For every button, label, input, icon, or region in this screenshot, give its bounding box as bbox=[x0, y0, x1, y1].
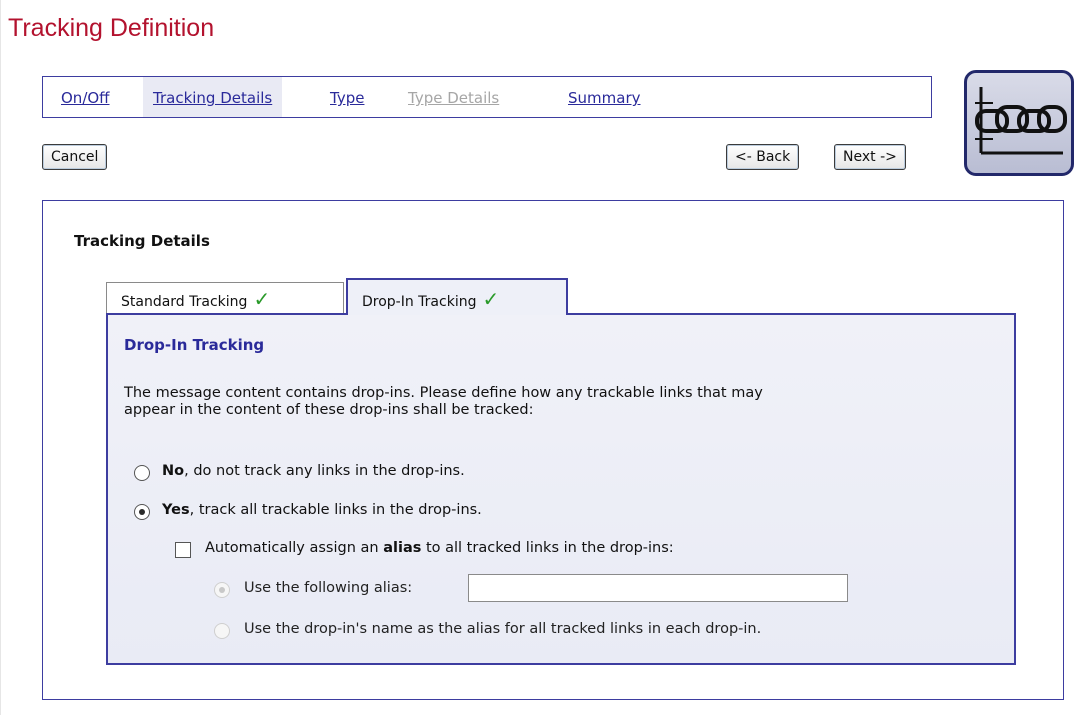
next-button[interactable]: Next -> bbox=[834, 144, 906, 170]
auto-alias-label: Automatically assign an alias to all tra… bbox=[205, 540, 674, 556]
checkmark-icon: ✓ bbox=[482, 287, 500, 311]
use-alias-label: Use the following alias: bbox=[244, 580, 413, 596]
page-edge bbox=[0, 0, 9, 715]
tab-standard-tracking[interactable]: Standard Tracking ✓ bbox=[106, 282, 344, 314]
back-button[interactable]: <- Back bbox=[726, 144, 800, 170]
option-no-label: No, do not track any links in the drop-i… bbox=[162, 463, 465, 479]
panel-description: The message content contains drop-ins. P… bbox=[124, 385, 984, 419]
radio-yes[interactable] bbox=[134, 504, 150, 520]
nav-type[interactable]: Type bbox=[330, 77, 364, 117]
checkmark-icon: ✓ bbox=[253, 287, 271, 311]
alias-input[interactable] bbox=[468, 574, 848, 602]
tab-label: Drop-In Tracking bbox=[362, 294, 477, 310]
radio-use-dropin-name[interactable] bbox=[214, 623, 230, 639]
auto-alias-checkbox[interactable] bbox=[175, 542, 191, 558]
wizard-nav: On/Off Tracking Details Type Type Detail… bbox=[42, 76, 932, 118]
nav-on-off[interactable]: On/Off bbox=[61, 77, 110, 117]
tab-label: Standard Tracking bbox=[121, 294, 248, 310]
nav-summary[interactable]: Summary bbox=[568, 77, 641, 117]
nav-type-details: Type Details bbox=[408, 89, 500, 107]
drop-in-tracking-panel bbox=[106, 313, 1016, 665]
panel-title: Drop-In Tracking bbox=[124, 336, 265, 354]
page-title: Tracking Definition bbox=[8, 14, 215, 42]
tab-drop-in-tracking[interactable]: Drop-In Tracking ✓ bbox=[346, 278, 568, 315]
description-line: appear in the content of these drop-ins … bbox=[124, 402, 534, 418]
cancel-button[interactable]: Cancel bbox=[42, 144, 108, 170]
chain-link-icon bbox=[964, 70, 1074, 176]
use-dropin-name-label: Use the drop-in's name as the alias for … bbox=[244, 621, 762, 637]
nav-tracking-details[interactable]: Tracking Details bbox=[143, 77, 283, 117]
section-title: Tracking Details bbox=[74, 232, 210, 250]
radio-no[interactable] bbox=[134, 465, 150, 481]
radio-use-alias[interactable] bbox=[214, 582, 230, 598]
option-yes-label: Yes, track all trackable links in the dr… bbox=[162, 502, 482, 518]
description-line: The message content contains drop-ins. P… bbox=[124, 385, 763, 401]
